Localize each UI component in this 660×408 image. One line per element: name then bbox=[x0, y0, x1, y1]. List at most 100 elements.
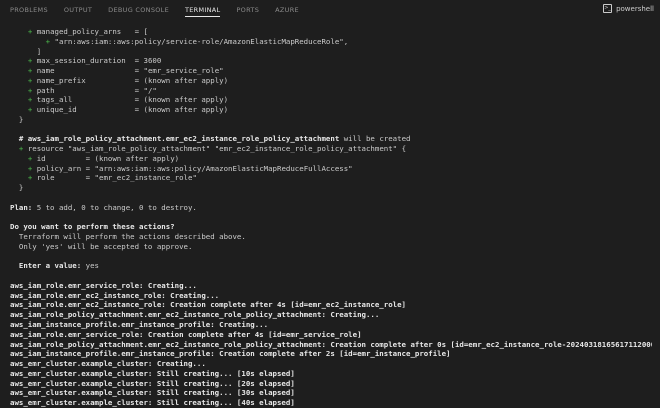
terminal-line: Do you want to perform these actions? bbox=[10, 222, 652, 232]
terminal-line: aws_emr_cluster.example_cluster: Still c… bbox=[10, 369, 652, 379]
terminal-line: # aws_iam_role_policy_attachment.emr_ec2… bbox=[10, 134, 652, 144]
terminal-text: Do you want to perform these actions? bbox=[10, 222, 175, 232]
tab-terminal[interactable]: TERMINAL bbox=[185, 0, 221, 20]
terminal-text: unique_id = (known after apply) bbox=[32, 105, 229, 115]
terminal-line: aws_iam_role_policy_attachment.emr_ec2_i… bbox=[10, 340, 652, 350]
terminal-line: aws_iam_role_policy_attachment.emr_ec2_i… bbox=[10, 310, 652, 320]
terminal-text: managed_policy_arns = [ bbox=[32, 27, 148, 36]
terminal-output[interactable]: + managed_policy_arns = [ + "arn:aws:iam… bbox=[10, 27, 652, 408]
terminal-text: aws_iam_role.emr_ec2_instance_role: Crea… bbox=[10, 290, 220, 300]
terminal-line: Terraform will perform the actions descr… bbox=[10, 232, 652, 242]
terminal-line: aws_iam_role.emr_service_role: Creating.… bbox=[10, 281, 652, 291]
terminal-shell-selector[interactable]: >_ powershell bbox=[603, 4, 654, 13]
terminal-text: id = (known after apply) bbox=[32, 153, 180, 163]
terminal-text: aws_iam_instance_profile.emr_instance_pr… bbox=[10, 319, 269, 329]
terminal-text: role = "emr_ec2_instance_role" bbox=[32, 173, 197, 183]
terminal-text: Plan: bbox=[10, 202, 33, 212]
terminal-line: Plan: 5 to add, 0 to change, 0 to destro… bbox=[10, 203, 652, 213]
tab-debug-console[interactable]: DEBUG CONSOLE bbox=[108, 0, 169, 20]
terminal-text: aws_emr_cluster.example_cluster: Creatin… bbox=[10, 359, 206, 369]
terminal-text: name_prefix = (known after apply) bbox=[32, 75, 229, 85]
tab-output[interactable]: OUTPUT bbox=[64, 0, 92, 20]
terminal-line: ] bbox=[10, 47, 652, 57]
terminal-scrollbar[interactable] bbox=[654, 20, 660, 408]
terminal-line: + name_prefix = (known after apply) bbox=[10, 76, 652, 86]
terminal-text: aws_iam_role.emr_service_role: Creating.… bbox=[10, 280, 197, 290]
terminal-line: aws_emr_cluster.example_cluster: Creatin… bbox=[10, 359, 652, 369]
terminal-line: + resource "aws_iam_role_policy_attachme… bbox=[10, 144, 652, 154]
terminal-line: aws_iam_role.emr_ec2_instance_role: Crea… bbox=[10, 291, 652, 301]
terminal-text: 5 to add, 0 to change, 0 to destroy. bbox=[32, 202, 197, 212]
terminal-line: + managed_policy_arns = [ bbox=[10, 27, 652, 37]
tab-azure[interactable]: AZURE bbox=[275, 0, 299, 20]
terminal-text: # aws_iam_role_policy_attachment.emr_ec2… bbox=[10, 134, 340, 144]
terminal-text: } bbox=[10, 183, 24, 193]
terminal-text: aws_emr_cluster.example_cluster: Still c… bbox=[10, 368, 295, 378]
terminal-text: ] bbox=[10, 46, 42, 56]
panel-header: PROBLEMS OUTPUT DEBUG CONSOLE TERMINAL P… bbox=[0, 0, 660, 20]
terminal-line: + max_session_duration = 3600 bbox=[10, 56, 652, 66]
terminal-line: aws_iam_instance_profile.emr_instance_pr… bbox=[10, 349, 652, 359]
terminal-text: } bbox=[10, 114, 24, 124]
terminal-text: yes bbox=[81, 261, 100, 271]
terminal-text: aws_emr_cluster.example_cluster: Still c… bbox=[10, 388, 295, 398]
terminal-text: policy_arn = "arn:aws:iam::aws:policy/Am… bbox=[32, 163, 353, 173]
terminal-text: Enter a value: bbox=[10, 261, 82, 271]
terminal-text: path = "/" bbox=[32, 85, 157, 95]
terminal-line: aws_iam_instance_profile.emr_instance_pr… bbox=[10, 320, 652, 330]
terminal-text: aws_emr_cluster.example_cluster: Still c… bbox=[10, 378, 295, 388]
terminal-line: + role = "emr_ec2_instance_role" bbox=[10, 173, 652, 183]
panel-tabs: PROBLEMS OUTPUT DEBUG CONSOLE TERMINAL P… bbox=[0, 0, 315, 20]
terminal-text: aws_iam_role.emr_ec2_instance_role: Crea… bbox=[10, 300, 407, 310]
terminal-text: Terraform will perform the actions descr… bbox=[10, 232, 246, 242]
terminal-text: aws_iam_role.emr_service_role: Creation … bbox=[10, 329, 362, 339]
shell-name: powershell bbox=[616, 4, 654, 13]
terminal-text: tags_all = (known after apply) bbox=[32, 95, 229, 105]
tab-problems[interactable]: PROBLEMS bbox=[10, 0, 48, 20]
terminal-text: max_session_duration = 3600 bbox=[32, 56, 162, 66]
terminal-line: + policy_arn = "arn:aws:iam::aws:policy/… bbox=[10, 164, 652, 174]
tab-ports[interactable]: PORTS bbox=[236, 0, 259, 20]
terminal-text: aws_iam_instance_profile.emr_instance_pr… bbox=[10, 349, 451, 359]
terminal-line: + name = "emr_service_role" bbox=[10, 66, 652, 76]
terminal-line: aws_iam_role.emr_service_role: Creation … bbox=[10, 330, 652, 340]
terminal-line: + id = (known after apply) bbox=[10, 154, 652, 164]
terminal-line: + "arn:aws:iam::aws:policy/service-role/… bbox=[10, 37, 652, 47]
terminal-line: + unique_id = (known after apply) bbox=[10, 105, 652, 115]
terminal-line: + path = "/" bbox=[10, 86, 652, 96]
terminal-icon: >_ bbox=[603, 4, 613, 13]
terminal-text: will be created bbox=[339, 134, 411, 144]
terminal-line: aws_emr_cluster.example_cluster: Still c… bbox=[10, 388, 652, 398]
terminal-line: Only 'yes' will be accepted to approve. bbox=[10, 242, 652, 252]
terminal-text: aws_iam_role_policy_attachment.emr_ec2_i… bbox=[10, 339, 652, 349]
terminal-text: aws_emr_cluster.example_cluster: Still c… bbox=[10, 398, 295, 408]
terminal-line: } bbox=[10, 115, 652, 125]
terminal-line: aws_iam_role.emr_ec2_instance_role: Crea… bbox=[10, 300, 652, 310]
terminal-text: resource "aws_iam_role_policy_attachment… bbox=[23, 144, 407, 154]
terminal-text: aws_iam_role_policy_attachment.emr_ec2_i… bbox=[10, 310, 380, 320]
terminal-text: "arn:aws:iam::aws:policy/service-role/Am… bbox=[50, 36, 349, 46]
terminal-line: } bbox=[10, 183, 652, 193]
terminal-line: aws_emr_cluster.example_cluster: Still c… bbox=[10, 398, 652, 408]
terminal-line: + tags_all = (known after apply) bbox=[10, 95, 652, 105]
terminal-text: Only 'yes' will be accepted to approve. bbox=[10, 241, 193, 251]
terminal-text: name = "emr_service_role" bbox=[32, 66, 224, 76]
terminal-line: Enter a value: yes bbox=[10, 261, 652, 271]
